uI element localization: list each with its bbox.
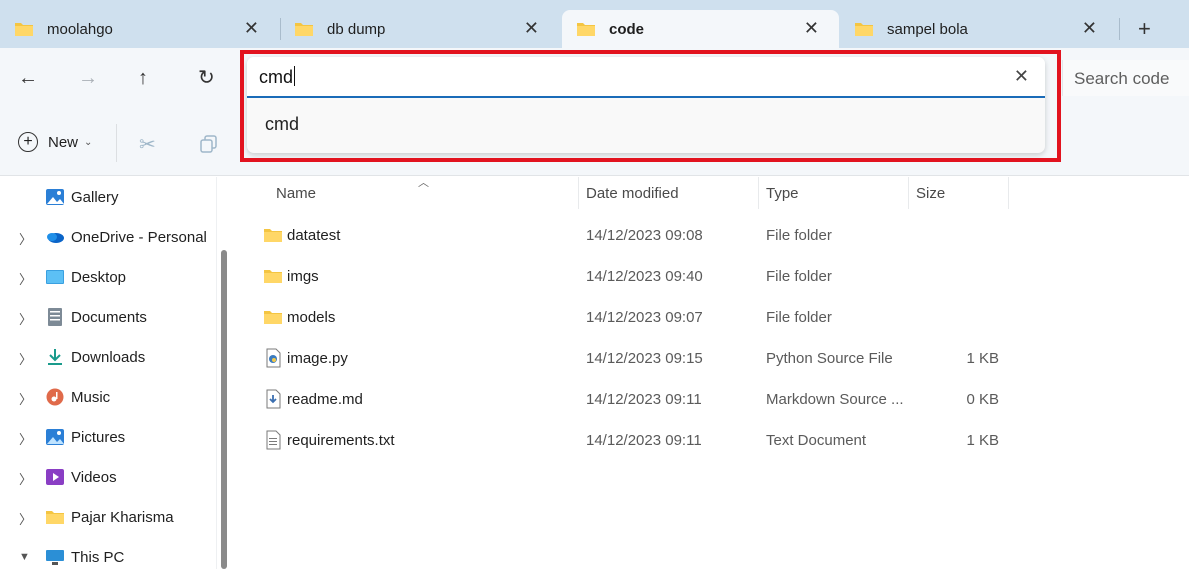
sidebar-item-music[interactable]: 〉 Music: [0, 379, 215, 415]
refresh-button[interactable]: ↻: [198, 66, 215, 90]
tab-label: sampel bola: [887, 21, 968, 38]
search-box[interactable]: Search code: [1062, 60, 1189, 96]
close-tab-icon[interactable]: ✕: [524, 18, 539, 38]
sidebar-item-downloads[interactable]: 〉 Downloads: [0, 339, 215, 375]
close-tab-icon[interactable]: ✕: [804, 18, 819, 38]
music-icon: [46, 388, 64, 406]
file-row[interactable]: readme.md 14/12/2023 09:11 Markdown Sour…: [253, 381, 1013, 417]
close-tab-icon[interactable]: ✕: [1082, 18, 1097, 38]
back-button[interactable]: ←: [18, 66, 38, 90]
sidebar-item-pictures[interactable]: 〉 Pictures: [0, 419, 215, 455]
plus-icon: +: [18, 132, 38, 152]
tab-divider: [1119, 18, 1120, 40]
python-file-icon: [266, 348, 281, 368]
pictures-icon: [46, 429, 64, 445]
chevron-right-icon: 〉: [19, 232, 33, 247]
file-explorer-window: moolahgo ✕ db dump ✕ code ✕ sampel bola …: [0, 0, 1189, 569]
videos-icon: [46, 469, 64, 485]
tab-strip: moolahgo ✕ db dump ✕ code ✕ sampel bola …: [0, 0, 1189, 48]
sidebar-item-gallery[interactable]: Gallery: [0, 179, 215, 215]
column-divider[interactable]: [578, 177, 579, 209]
sidebar-scrollbar-thumb[interactable]: [221, 250, 227, 569]
folder-icon: [46, 511, 64, 524]
chevron-right-icon: 〉: [19, 432, 33, 447]
file-row[interactable]: imgs 14/12/2023 09:40 File folder: [253, 258, 1013, 294]
markdown-file-icon: [266, 389, 281, 409]
navigation-pane: Gallery 〉 OneDrive - Personal 〉 Desktop …: [0, 177, 232, 569]
column-divider[interactable]: [758, 177, 759, 209]
chevron-right-icon: 〉: [19, 312, 33, 327]
command-divider: [116, 124, 117, 162]
tab-label: db dump: [327, 21, 386, 38]
search-placeholder: Search code: [1074, 69, 1170, 88]
sidebar-item-pajar-kharisma[interactable]: 〉 Pajar Kharisma: [0, 499, 215, 535]
sidebar-item-onedrive[interactable]: 〉 OneDrive - Personal: [0, 219, 215, 255]
tab-db-dump[interactable]: db dump ✕: [280, 10, 559, 48]
tab-sampel-bola[interactable]: sampel bola ✕: [840, 10, 1117, 48]
file-row[interactable]: models 14/12/2023 09:07 File folder: [253, 299, 1013, 335]
tab-label: moolahgo: [47, 21, 113, 38]
sidebar-item-videos[interactable]: 〉 Videos: [0, 459, 215, 495]
downloads-icon: [48, 349, 62, 365]
sidebar-item-documents[interactable]: 〉 Documents: [0, 299, 215, 335]
file-row[interactable]: image.py 14/12/2023 09:15 Python Source …: [253, 340, 1013, 376]
documents-icon: [48, 308, 62, 326]
gallery-icon: [46, 189, 64, 205]
tab-label: code: [609, 21, 645, 38]
column-header-size[interactable]: Size: [916, 185, 945, 202]
new-label: New: [48, 133, 79, 151]
sort-ascending-icon: ︿: [418, 177, 429, 189]
column-header-date-modified[interactable]: Date modified: [586, 185, 679, 202]
forward-button[interactable]: →: [78, 66, 98, 90]
folder-icon: [295, 23, 313, 36]
new-tab-button[interactable]: +: [1138, 17, 1151, 41]
chevron-right-icon: 〉: [19, 472, 33, 487]
sidebar-item-desktop[interactable]: 〉 Desktop: [0, 259, 215, 295]
folder-icon: [577, 23, 595, 36]
text-file-icon: [266, 430, 281, 450]
tab-code[interactable]: code ✕: [562, 10, 839, 48]
column-divider[interactable]: [908, 177, 909, 209]
folder-icon: [264, 270, 282, 283]
chevron-right-icon: 〉: [19, 352, 33, 367]
file-row[interactable]: datatest 14/12/2023 09:08 File folder: [253, 217, 1013, 253]
onedrive-icon: [47, 233, 64, 243]
file-list: ︿ Name Date modified Type Size datatest …: [233, 177, 1189, 569]
column-divider[interactable]: [1008, 177, 1009, 209]
copy-icon[interactable]: [199, 134, 219, 154]
new-button[interactable]: + New ⌄: [18, 132, 92, 152]
file-row[interactable]: requirements.txt 14/12/2023 09:11 Text D…: [253, 422, 1013, 458]
column-header-type[interactable]: Type: [766, 185, 799, 202]
folder-icon: [855, 23, 873, 36]
folder-icon: [264, 311, 282, 324]
desktop-icon: [46, 270, 64, 284]
chevron-right-icon: 〉: [19, 272, 33, 287]
tab-moolahgo[interactable]: moolahgo ✕: [0, 10, 279, 48]
highlight-box: [240, 50, 1061, 162]
sidebar-item-this-pc[interactable]: ▼ This PC: [0, 539, 215, 569]
folder-icon: [264, 229, 282, 242]
chevron-down-icon: ▼: [19, 551, 30, 563]
chevron-down-icon: ⌄: [84, 136, 93, 148]
close-tab-icon[interactable]: ✕: [244, 18, 259, 38]
this-pc-icon: [46, 550, 64, 565]
cut-icon[interactable]: ✂: [139, 132, 156, 157]
column-header-name[interactable]: Name: [276, 185, 316, 202]
chevron-right-icon: 〉: [19, 392, 33, 407]
chevron-right-icon: 〉: [19, 512, 33, 527]
up-button[interactable]: ↑: [138, 66, 148, 90]
folder-icon: [15, 23, 33, 36]
